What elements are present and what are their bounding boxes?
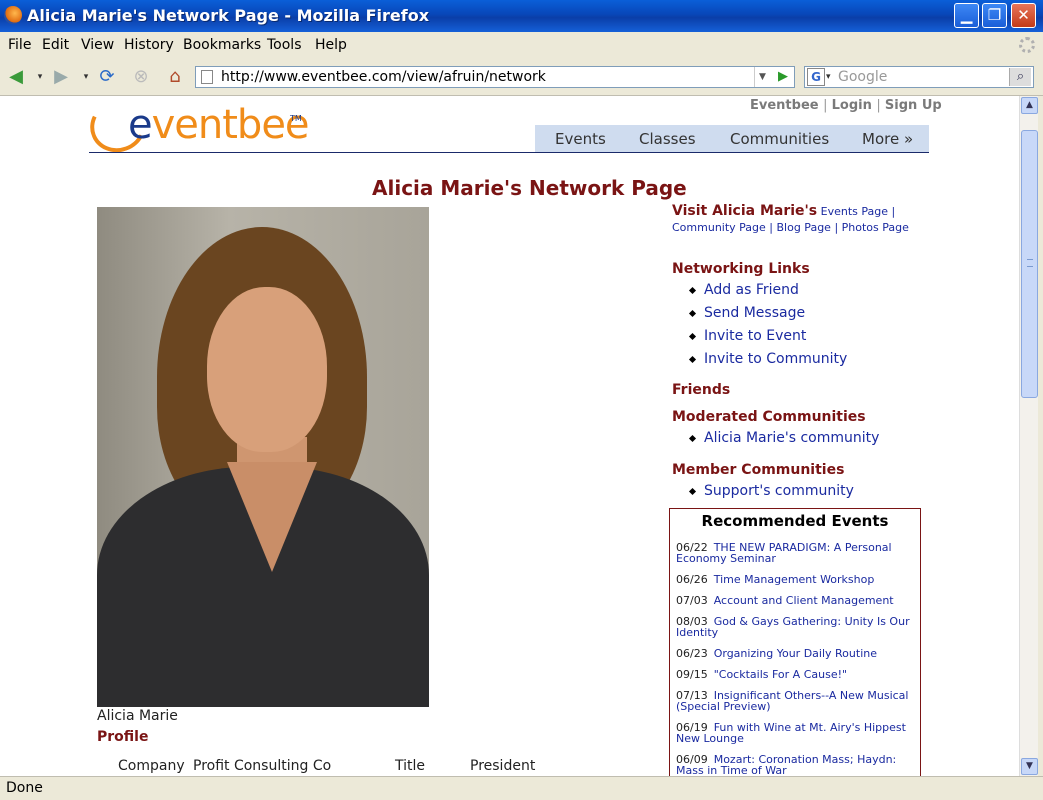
page-title: Alicia Marie's Network Page bbox=[372, 176, 687, 200]
event-item[interactable]: 07/03 Account and Client Management bbox=[676, 595, 916, 606]
recommended-header: Recommended Events bbox=[701, 512, 889, 530]
scroll-up-icon[interactable]: ▲ bbox=[1021, 97, 1038, 114]
logo-tm: TM bbox=[290, 114, 302, 123]
profile-photo bbox=[97, 207, 429, 707]
menu-bar: File Edit View History Bookmarks Tools H… bbox=[0, 32, 1043, 58]
company-value: Profit Consulting Co bbox=[193, 758, 332, 774]
member-community-link[interactable]: Support's community bbox=[690, 483, 854, 506]
search-icon[interactable]: ⌕ bbox=[1009, 68, 1031, 86]
send-message-link[interactable]: Send Message bbox=[690, 305, 847, 328]
window-title: Alicia Marie's Network Page - Mozilla Fi… bbox=[27, 6, 430, 25]
event-item[interactable]: 09/15 "Cocktails For A Cause!" bbox=[676, 669, 916, 680]
url-dropdown-icon[interactable]: ▼ bbox=[754, 67, 770, 87]
close-button[interactable]: ✕ bbox=[1011, 3, 1036, 28]
toplink-eventbee[interactable]: Eventbee bbox=[750, 98, 819, 113]
toplink-signup[interactable]: Sign Up bbox=[885, 98, 942, 113]
url-text: http://www.eventbee.com/view/afruin/netw… bbox=[221, 69, 546, 85]
networking-list: Add as Friend Send Message Invite to Eve… bbox=[690, 282, 847, 374]
visit-community-page[interactable]: Community Page bbox=[672, 221, 766, 234]
event-item[interactable]: 06/23 Organizing Your Daily Routine bbox=[676, 648, 916, 659]
menu-edit[interactable]: Edit bbox=[42, 37, 69, 53]
profile-header: Profile bbox=[97, 729, 149, 745]
stop-icon[interactable]: ⊗ bbox=[130, 66, 152, 88]
menu-tools[interactable]: Tools bbox=[267, 37, 302, 53]
nav-more[interactable]: More » bbox=[862, 130, 913, 148]
menu-history[interactable]: History bbox=[124, 37, 174, 53]
event-item[interactable]: 06/09 Mozart: Coronation Mass; Haydn: Mas… bbox=[676, 754, 916, 776]
page-viewport: eventbee TM Eventbee | Login | Sign Up E… bbox=[0, 96, 1019, 776]
visit-label: Visit Alicia Marie's bbox=[672, 203, 818, 219]
company-label: Company bbox=[118, 758, 185, 774]
menu-view[interactable]: View bbox=[81, 37, 114, 53]
google-engine-icon[interactable]: G bbox=[807, 68, 825, 86]
search-box[interactable]: G ▾ Google ⌕ bbox=[804, 66, 1034, 88]
member-header: Member Communities bbox=[672, 462, 845, 478]
back-dropdown-icon[interactable]: ▾ bbox=[29, 66, 51, 88]
invite-event-link[interactable]: Invite to Event bbox=[690, 328, 847, 351]
address-bar[interactable]: http://www.eventbee.com/view/afruin/netw… bbox=[195, 66, 795, 88]
forward-icon[interactable]: ▶ bbox=[50, 66, 72, 88]
event-item[interactable]: 07/13 Insignificant Others--A New Musical… bbox=[676, 690, 916, 712]
event-item[interactable]: 06/26 Time Management Workshop bbox=[676, 574, 916, 585]
scroll-thumb[interactable] bbox=[1021, 130, 1038, 398]
vertical-scrollbar[interactable]: ▲ ▼ bbox=[1019, 96, 1038, 776]
event-item[interactable]: 08/03 God & Gays Gathering: Unity Is Our … bbox=[676, 616, 916, 638]
title-value: President bbox=[470, 758, 536, 774]
visit-events-page[interactable]: Events Page bbox=[821, 205, 888, 218]
photo-caption: Alicia Marie bbox=[97, 708, 178, 724]
title-bar: Alicia Marie's Network Page - Mozilla Fi… bbox=[0, 0, 1043, 32]
nav-communities[interactable]: Communities bbox=[730, 130, 829, 148]
add-friend-link[interactable]: Add as Friend bbox=[690, 282, 847, 305]
moderated-community-link[interactable]: Alicia Marie's community bbox=[690, 430, 879, 453]
engine-dropdown-icon[interactable]: ▾ bbox=[826, 67, 831, 87]
browser-window: Alicia Marie's Network Page - Mozilla Fi… bbox=[0, 0, 1043, 800]
moderated-list: Alicia Marie's community bbox=[690, 430, 879, 453]
visit-photos-page[interactable]: Photos Page bbox=[842, 221, 909, 234]
nav-events[interactable]: Events bbox=[555, 130, 606, 148]
status-text: Done bbox=[6, 780, 43, 796]
maximize-button[interactable]: ❐ bbox=[982, 3, 1007, 28]
invite-community-link[interactable]: Invite to Community bbox=[690, 351, 847, 374]
logo-text: eventbee bbox=[128, 102, 310, 148]
status-bar: Done bbox=[0, 776, 1043, 800]
moderated-header: Moderated Communities bbox=[672, 409, 866, 425]
friends-header: Friends bbox=[672, 382, 731, 398]
back-icon[interactable]: ◀ bbox=[5, 66, 27, 88]
top-links: Eventbee | Login | Sign Up bbox=[750, 98, 942, 113]
eventbee-logo[interactable]: eventbee TM bbox=[82, 96, 310, 161]
header-rule bbox=[89, 152, 929, 153]
menu-file[interactable]: File bbox=[8, 37, 31, 53]
event-item[interactable]: 06/22 THE NEW PARADIGM: A Personal Econom… bbox=[676, 542, 916, 564]
forward-dropdown-icon[interactable]: ▾ bbox=[75, 66, 97, 88]
navigation-toolbar: ◀ ▾ ▶ ▾ ⟳ ⊗ ⌂ http://www.eventbee.com/vi… bbox=[0, 58, 1043, 96]
search-placeholder: Google bbox=[838, 69, 888, 85]
visit-links: Visit Alicia Marie's Events Page | Commu… bbox=[672, 203, 909, 234]
page-icon bbox=[201, 70, 213, 84]
scroll-down-icon[interactable]: ▼ bbox=[1021, 758, 1038, 775]
menu-help[interactable]: Help bbox=[315, 37, 347, 53]
recommended-events-box: Recommended Events 06/22 THE NEW PARADIGM… bbox=[669, 508, 921, 776]
throbber-icon bbox=[1019, 37, 1035, 53]
nav-classes[interactable]: Classes bbox=[639, 130, 696, 148]
visit-blog-page[interactable]: Blog Page bbox=[777, 221, 831, 234]
go-icon[interactable]: ▶ bbox=[774, 69, 792, 85]
toplink-login[interactable]: Login bbox=[832, 98, 872, 113]
title-label: Title bbox=[395, 758, 426, 774]
minimize-button[interactable]: ▁ bbox=[954, 3, 979, 28]
main-nav: Events Classes Communities More » bbox=[535, 125, 929, 153]
networking-header: Networking Links bbox=[672, 261, 810, 277]
reload-icon[interactable]: ⟳ bbox=[96, 66, 118, 88]
menu-bookmarks[interactable]: Bookmarks bbox=[183, 37, 261, 53]
event-item[interactable]: 06/19 Fun with Wine at Mt. Airy's Hippest… bbox=[676, 722, 916, 744]
member-list: Support's community bbox=[690, 483, 854, 506]
home-icon[interactable]: ⌂ bbox=[164, 66, 186, 88]
firefox-icon bbox=[4, 6, 22, 24]
